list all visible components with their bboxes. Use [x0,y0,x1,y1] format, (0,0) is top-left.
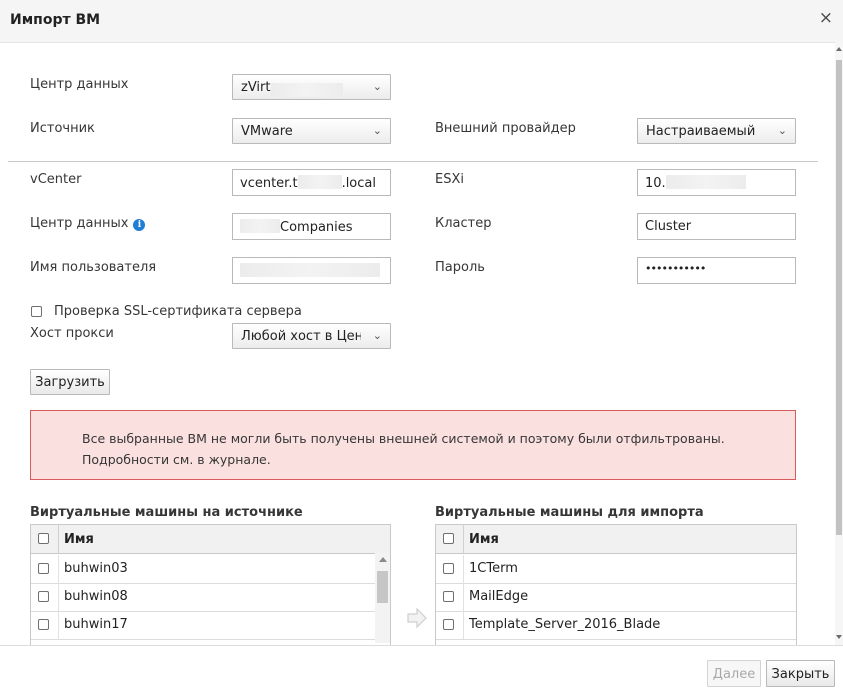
alert-text: Все выбранные ВМ не могли быть получены … [82,428,725,470]
esxi-value: 10. [645,176,666,191]
dialog-header: Импорт ВМ × [0,0,843,43]
info-icon[interactable]: i [133,219,146,231]
table-row[interactable]: 1CTerm [436,555,796,584]
table-row[interactable]: buhwin03 [31,555,375,584]
cluster-input[interactable]: Cluster [637,213,796,240]
chevron-down-icon: ⌄ [372,329,382,342]
scroll-down-icon[interactable] [836,635,842,639]
vcenter-value-prefix: vcenter.t [240,176,298,191]
vcenter-value-suffix: .local [341,176,376,191]
redacted-text [270,83,343,97]
esxi-label: ESXi [435,172,464,187]
chevron-down-icon: ⌄ [777,124,787,137]
table-row[interactable]: MailEdge [436,583,796,612]
row-name: buhwin17 [64,617,128,632]
row-checkbox[interactable] [38,563,49,574]
scroll-up-icon[interactable] [836,47,842,51]
column-name-header: Имя [64,532,94,547]
vcenter-label: vCenter [30,172,82,187]
column-name-header: Имя [469,532,499,547]
table-header: Имя [31,525,390,554]
source-vms-table: Имя buhwin03 buhwin08 buhwin17 [30,524,391,648]
cluster-value: Cluster [645,219,692,234]
dc2-label: Центр данных [30,216,129,231]
row-name: buhwin03 [64,561,128,576]
column-divider [58,525,59,553]
row-name: MailEdge [469,589,529,604]
dc2-value: Companies [280,220,353,235]
select-all-checkbox[interactable] [38,533,49,544]
dc2-input[interactable]: Companies [232,213,391,240]
password-value: ••••••••••• [645,262,706,275]
alert-line-2: Подробности см. в журнале. [82,452,271,467]
row-checkbox[interactable] [38,619,49,630]
import-vms-table: Имя 1CTerm MailEdge Template_Server_2016… [435,524,797,648]
datacenter-select[interactable]: zVirt ⌄ [232,74,391,100]
source-select-value: VMware [241,124,293,139]
row-checkbox[interactable] [38,591,49,602]
row-name: 1CTerm [469,561,518,576]
table-scrollbar[interactable] [375,553,390,643]
error-alert: Все выбранные ВМ не могли быть получены … [30,410,796,480]
ext-provider-select-value: Настраиваемый [646,124,756,139]
ssl-label: Проверка SSL-сертификата сервера [54,304,302,319]
ext-provider-label: Внешний провайдер [435,121,576,136]
column-divider [58,555,59,583]
load-button[interactable]: Загрузить [30,369,110,395]
redacted-text [240,219,280,233]
username-input[interactable] [232,257,391,284]
password-input[interactable]: ••••••••••• [637,257,796,284]
username-label: Имя пользователя [30,260,157,275]
dialog-title: Импорт ВМ [10,12,101,28]
cluster-label: Кластер [435,216,492,231]
row-checkbox[interactable] [443,563,454,574]
next-button[interactable]: Далее [707,660,761,687]
vcenter-input[interactable]: vcenter.t .local [232,169,391,196]
row-name: Template_Server_2016_Blade [469,617,661,632]
close-icon[interactable]: × [819,8,833,28]
scrollbar-thumb[interactable] [377,571,388,603]
redacted-text [240,263,380,277]
table-row[interactable]: Template_Server_2016_Blade [436,611,796,640]
source-label: Источник [30,121,95,136]
dialog-footer: Далее Закрыть [0,645,843,699]
row-checkbox[interactable] [443,591,454,602]
table-row[interactable]: buhwin17 [31,611,375,640]
datacenter-label: Центр данных [30,77,129,92]
dialog-scrollbar[interactable] [835,42,843,645]
ext-provider-select[interactable]: Настраиваемый ⌄ [637,118,796,144]
column-divider [463,525,464,553]
proxy-host-select[interactable]: Любой хост в Цент ⌄ [232,323,391,349]
import-vms-title: Виртуальные машины для импорта [435,505,704,520]
datacenter-select-value: zVirt [241,80,271,95]
scroll-up-icon[interactable] [379,557,387,562]
alert-line-1: Все выбранные ВМ не могли быть получены … [82,431,725,446]
redacted-text [297,175,342,189]
source-select[interactable]: VMware ⌄ [232,118,391,144]
ssl-checkbox[interactable] [31,306,42,317]
column-divider [58,583,59,611]
table-header: Имя [436,525,796,554]
row-name: buhwin08 [64,589,128,604]
scrollbar-thumb[interactable] [836,60,842,535]
row-checkbox[interactable] [443,619,454,630]
divider [8,161,818,162]
proxy-host-select-value: Любой хост в Цент [241,329,361,344]
column-divider [463,611,464,639]
select-all-checkbox[interactable] [443,533,454,544]
password-label: Пароль [435,260,485,275]
source-vms-title: Виртуальные машины на источнике [30,505,303,520]
arrow-right-icon[interactable] [406,607,428,629]
redacted-text [665,175,746,189]
close-button[interactable]: Закрыть [766,660,835,687]
table-row[interactable]: buhwin08 [31,583,375,612]
column-divider [463,583,464,611]
column-divider [463,555,464,583]
esxi-input[interactable]: 10. [637,169,796,196]
proxy-host-label: Хост прокси [30,326,114,341]
dc2-label-wrap: Центр данных i [30,216,146,231]
column-divider [58,611,59,639]
chevron-down-icon: ⌄ [372,124,382,137]
chevron-down-icon: ⌄ [372,80,382,93]
